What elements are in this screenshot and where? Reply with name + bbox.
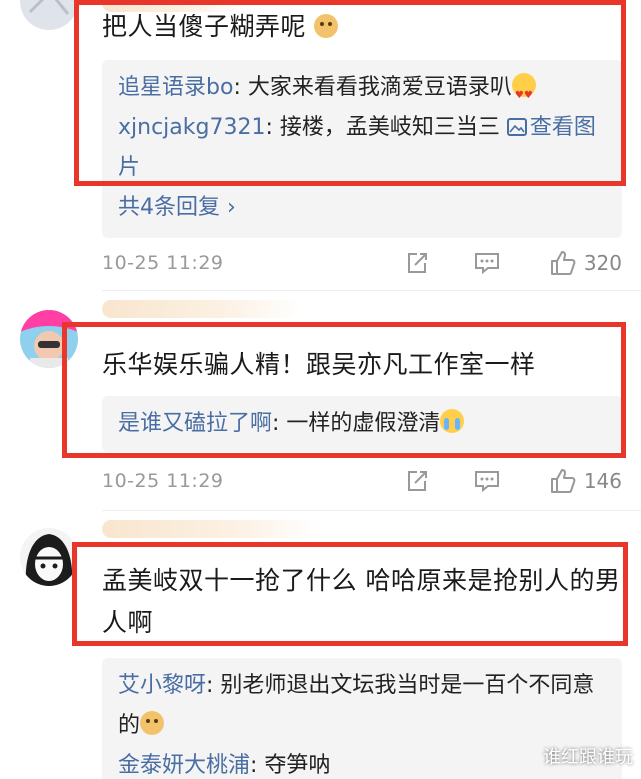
doge-emoji — [314, 14, 339, 38]
like-count: 146 — [583, 469, 622, 493]
comment-time: 10-25 11:29 — [102, 252, 224, 274]
comment-meta: 10-25 11:29 146 — [102, 465, 622, 497]
thumbs-up-icon — [550, 251, 576, 275]
reply-username[interactable]: 金泰妍大桃浦 — [118, 753, 250, 778]
comment-meta: 10-25 11:29 320 — [102, 247, 622, 279]
reply-username[interactable]: 艾小黎呀 — [118, 673, 206, 698]
reply-text: : 大家来看看我滴爱豆语录叭 — [233, 75, 512, 100]
doge-emoji — [140, 711, 165, 735]
reply-username[interactable]: 是谁又磕拉了啊 — [118, 411, 272, 436]
crying-emoji — [440, 409, 465, 433]
like-count: 320 — [583, 251, 622, 275]
comment-icon — [475, 471, 499, 493]
share-icon — [408, 253, 427, 273]
comment-time: 10-25 11:29 — [102, 470, 224, 492]
username[interactable] — [102, 520, 322, 538]
reply-username[interactable]: xjncjakg7321 — [118, 115, 265, 140]
reply-item[interactable]: xjncjakg7321: 接楼，孟美岐知三当三 查看图片 — [118, 108, 606, 188]
reply-box[interactable]: 是谁又磕拉了啊: 一样的虚假澄清 — [102, 396, 622, 452]
image-icon — [506, 118, 527, 136]
share-icon — [408, 471, 427, 491]
reply-item[interactable]: 艾小黎呀: 别老师退出文坛我当时是一百个不同意的 — [118, 666, 606, 746]
reply-box[interactable]: 追星语录bo: 大家来看看我滴爱豆语录叭 xjncjakg7321: 接楼，孟美… — [102, 60, 622, 238]
reply-text: : 接楼，孟美岐知三当三 — [265, 115, 507, 140]
watermark: 谁红跟谁玩 — [543, 747, 633, 768]
share-button[interactable] — [382, 251, 452, 275]
like-button[interactable]: 320 — [522, 250, 622, 276]
avatar[interactable] — [20, 528, 78, 586]
more-replies-link[interactable]: 共4条回复 › — [118, 188, 606, 228]
reply-text: : 夺笋呐 — [250, 753, 331, 778]
comment-icon — [475, 253, 499, 275]
heart-eyes-emoji — [511, 73, 536, 116]
divider — [102, 290, 641, 291]
comment-button[interactable] — [452, 251, 522, 275]
reply-item[interactable]: 金泰妍大桃浦: 夺笋呐 — [118, 746, 606, 779]
share-button[interactable] — [382, 469, 452, 493]
divider — [102, 510, 641, 511]
comment-text: 把人当傻子糊弄呢 — [102, 6, 339, 48]
reply-username[interactable]: 追星语录bo — [118, 75, 233, 100]
reply-item[interactable]: 是谁又磕拉了啊: 一样的虚假澄清 — [118, 404, 606, 444]
comment-button[interactable] — [452, 469, 522, 493]
thumbs-up-icon — [550, 469, 576, 493]
comment-text: 孟美岐双十一抢了什么 哈哈原来是抢别人的男人啊 — [102, 566, 621, 637]
like-button[interactable]: 146 — [522, 468, 622, 494]
avatar[interactable] — [20, 310, 78, 368]
comment-text: 乐华娱乐骗人精！跟吴亦凡工作室一样 — [102, 350, 536, 379]
avatar[interactable] — [20, 0, 78, 30]
reply-text: : 一样的虚假澄清 — [272, 411, 441, 436]
reply-item[interactable]: 追星语录bo: 大家来看看我滴爱豆语录叭 — [118, 68, 606, 116]
username[interactable] — [102, 300, 302, 318]
